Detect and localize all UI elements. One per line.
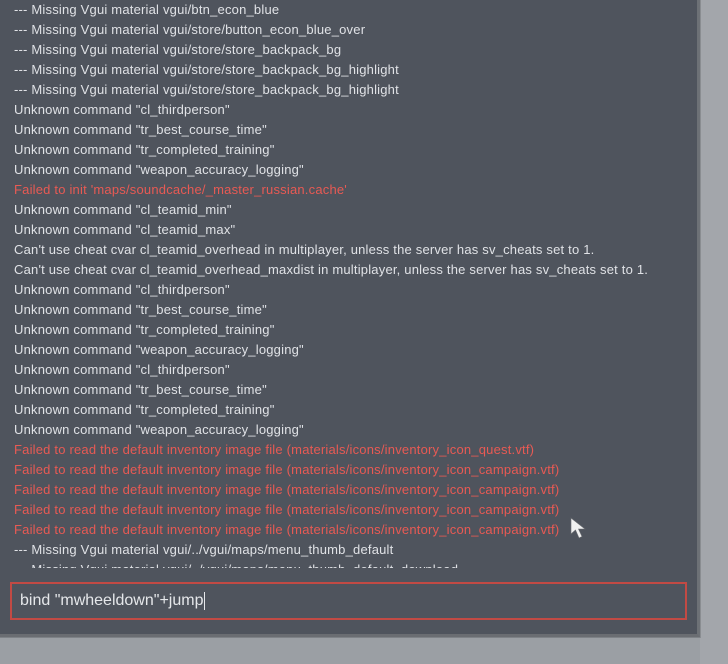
console-log-line: Failed to read the default inventory ima… <box>10 460 687 480</box>
console-log-line: Failed to read the default inventory ima… <box>10 440 687 460</box>
console-log-line: --- Missing Vgui material vgui/store/sto… <box>10 80 687 100</box>
text-caret-icon <box>204 592 205 610</box>
console-log-line: Unknown command "weapon_accuracy_logging… <box>10 420 687 440</box>
console-log-line: Failed to read the default inventory ima… <box>10 520 687 540</box>
console-log-line: Unknown command "weapon_accuracy_logging… <box>10 340 687 360</box>
console-log-line: Unknown command "cl_thirdperson" <box>10 100 687 120</box>
bottom-strip <box>0 637 700 664</box>
console-log-line: Unknown command "tr_best_course_time" <box>10 380 687 400</box>
console-log-line: Failed to read the default inventory ima… <box>10 480 687 500</box>
console-log-line: Unknown command "tr_completed_training" <box>10 400 687 420</box>
console-log-line: Can't use cheat cvar cl_teamid_overhead … <box>10 240 687 260</box>
console-log-line: Unknown command "cl_teamid_min" <box>10 200 687 220</box>
console-input-wrap[interactable]: bind "mwheeldown"+jump <box>10 582 687 620</box>
console-log-line: --- Missing Vgui material vgui/store/but… <box>10 20 687 40</box>
console-log-line: Unknown command "cl_teamid_max" <box>10 220 687 240</box>
console-log-line: Unknown command "weapon_accuracy_logging… <box>10 160 687 180</box>
console-log-line: Unknown command "cl_thirdperson" <box>10 360 687 380</box>
console-panel: --- Missing Vgui material vgui/btn_econ_… <box>0 0 700 637</box>
console-input-text[interactable]: bind "mwheeldown"+jump <box>20 592 203 610</box>
console-log-line: Unknown command "tr_best_course_time" <box>10 120 687 140</box>
console-log[interactable]: --- Missing Vgui material vgui/btn_econ_… <box>10 0 687 568</box>
console-log-line: Can't use cheat cvar cl_teamid_overhead_… <box>10 260 687 280</box>
console-log-line: --- Missing Vgui material vgui/../vgui/m… <box>10 560 687 568</box>
console-log-line: Failed to read the default inventory ima… <box>10 500 687 520</box>
console-log-line: Unknown command "cl_thirdperson" <box>10 280 687 300</box>
console-log-line: Unknown command "tr_best_course_time" <box>10 300 687 320</box>
console-log-line: Unknown command "tr_completed_training" <box>10 320 687 340</box>
console-log-line: --- Missing Vgui material vgui/store/sto… <box>10 40 687 60</box>
window-background: --- Missing Vgui material vgui/btn_econ_… <box>0 0 728 664</box>
console-log-line: --- Missing Vgui material vgui/store/sto… <box>10 60 687 80</box>
console-log-line: Failed to init 'maps/soundcache/_master_… <box>10 180 687 200</box>
console-log-line: --- Missing Vgui material vgui/btn_econ_… <box>10 0 687 20</box>
console-log-line: --- Missing Vgui material vgui/../vgui/m… <box>10 540 687 560</box>
console-log-line: Unknown command "tr_completed_training" <box>10 140 687 160</box>
